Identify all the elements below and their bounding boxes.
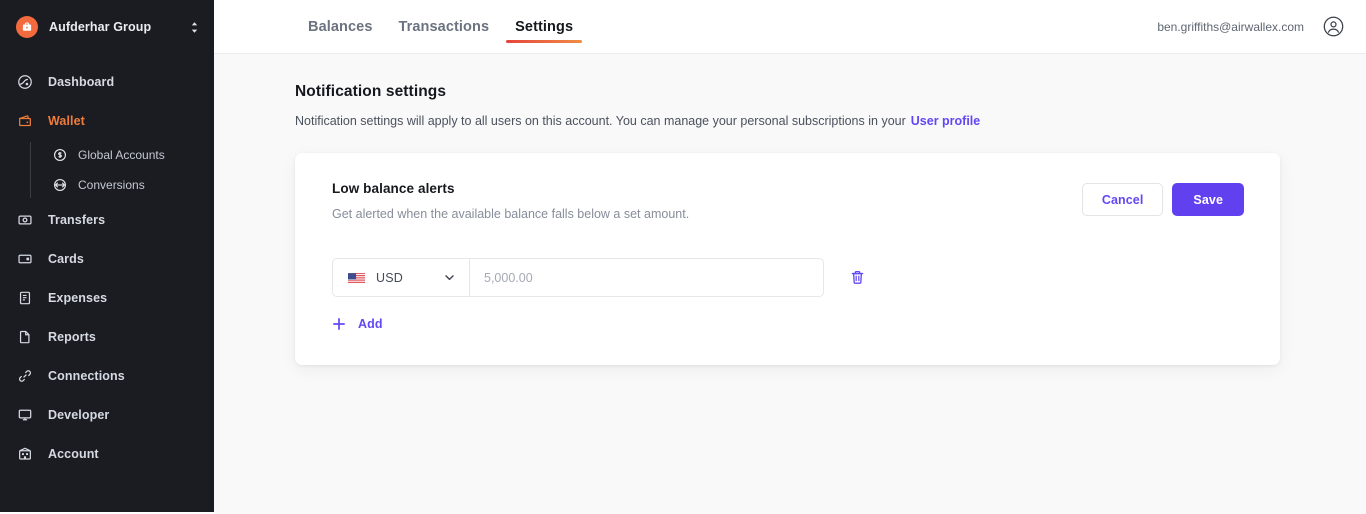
plus-icon <box>332 317 346 331</box>
sidebar-item-label: Reports <box>48 329 96 344</box>
expenses-receipt-icon <box>16 289 34 307</box>
tab-label: Settings <box>515 18 574 35</box>
dollar-circle-icon <box>52 148 67 163</box>
org-name: Aufderhar Group <box>49 20 152 34</box>
tab-transactions[interactable]: Transactions <box>385 0 502 53</box>
card-subtitle: Get alerted when the available balance f… <box>332 207 690 221</box>
sidebar-subnav-wallet: Global Accounts Conversions <box>30 140 214 200</box>
card-header-text: Low balance alerts Get alerted when the … <box>332 181 1082 221</box>
page-content: Notification settings Notification setti… <box>214 54 1366 514</box>
tab-label: Balances <box>308 18 373 35</box>
sidebar-item-dashboard[interactable]: Dashboard <box>0 62 214 101</box>
sidebar-item-wallet[interactable]: Wallet <box>0 101 214 140</box>
sidebar-item-transfers[interactable]: Transfers <box>0 200 214 239</box>
dashboard-globe-icon <box>16 73 34 91</box>
sidebar-item-label: Connections <box>48 368 125 383</box>
page-title: Notification settings <box>295 83 447 100</box>
card-icon <box>16 250 34 268</box>
app-root: Aufderhar Group Dashboard Wallet Global … <box>0 0 1366 514</box>
add-alert-button[interactable]: Add <box>332 317 383 331</box>
briefcase-icon <box>16 16 38 38</box>
bank-building-icon <box>16 445 34 463</box>
card-actions: Cancel Save <box>1081 183 1244 216</box>
transfers-icon <box>16 211 34 229</box>
currency-code: USD <box>376 270 403 285</box>
sidebar-subitem-label: Conversions <box>78 178 145 192</box>
sidebar-item-label: Expenses <box>48 290 108 305</box>
sidebar-subitem-label: Global Accounts <box>78 148 165 162</box>
add-label: Add <box>358 317 383 331</box>
tab-settings[interactable]: Settings <box>502 0 586 53</box>
page-description-text: Notification settings will apply to all … <box>295 114 906 128</box>
sidebar-item-account[interactable]: Account <box>0 434 214 473</box>
user-email: ben.griffiths@airwallex.com <box>1157 19 1304 34</box>
tab-label: Transactions <box>398 18 490 35</box>
cancel-button[interactable]: Cancel <box>1081 183 1164 216</box>
sidebar-item-label: Transfers <box>48 212 106 227</box>
sidebar-item-label: Wallet <box>48 113 85 128</box>
sidebar: Aufderhar Group Dashboard Wallet Global … <box>0 0 214 512</box>
sidebar-item-reports[interactable]: Reports <box>0 317 214 356</box>
monitor-icon <box>16 406 34 424</box>
sidebar-item-label: Cards <box>48 251 84 266</box>
sidebar-item-developer[interactable]: Developer <box>0 395 214 434</box>
currency-select[interactable]: USD <box>333 259 470 296</box>
chevron-down-icon[interactable] <box>443 271 456 284</box>
trash-icon[interactable] <box>846 267 868 289</box>
low-balance-alerts-card: Low balance alerts Get alerted when the … <box>295 153 1280 365</box>
user-profile-link[interactable]: User profile <box>911 114 980 128</box>
link-icon <box>16 367 34 385</box>
sidebar-item-label: Dashboard <box>48 74 115 89</box>
sidebar-item-label: Developer <box>48 407 110 422</box>
us-flag-icon <box>348 272 365 284</box>
alert-row: USD <box>332 258 1244 297</box>
refresh-circle-icon <box>52 178 67 193</box>
reports-document-icon <box>16 328 34 346</box>
org-switcher[interactable]: Aufderhar Group <box>0 0 214 54</box>
sidebar-item-cards[interactable]: Cards <box>0 239 214 278</box>
chevron-up-down-icon[interactable] <box>189 20 200 35</box>
alert-field-group: USD <box>332 258 824 297</box>
wallet-icon <box>16 112 34 130</box>
sidebar-item-connections[interactable]: Connections <box>0 356 214 395</box>
top-tabs: Balances Transactions Settings <box>295 0 586 53</box>
sidebar-item-global-accounts[interactable]: Global Accounts <box>30 140 214 170</box>
main-area: Balances Transactions Settings ben.griff… <box>214 0 1366 514</box>
card-title: Low balance alerts <box>332 181 455 196</box>
sidebar-nav: Dashboard Wallet Global Accounts Convers… <box>0 62 214 473</box>
top-bar: Balances Transactions Settings ben.griff… <box>214 0 1366 54</box>
card-header: Low balance alerts Get alerted when the … <box>332 181 1244 221</box>
top-bar-right: ben.griffiths@airwallex.com <box>1157 0 1366 53</box>
sidebar-item-label: Account <box>48 446 99 461</box>
save-button[interactable]: Save <box>1172 183 1244 216</box>
sidebar-item-expenses[interactable]: Expenses <box>0 278 214 317</box>
sidebar-item-conversions[interactable]: Conversions <box>30 170 214 200</box>
page-description: Notification settings will apply to all … <box>295 114 1366 128</box>
amount-input[interactable] <box>470 259 823 296</box>
user-circle-icon[interactable] <box>1321 15 1345 39</box>
tab-balances[interactable]: Balances <box>295 0 385 53</box>
